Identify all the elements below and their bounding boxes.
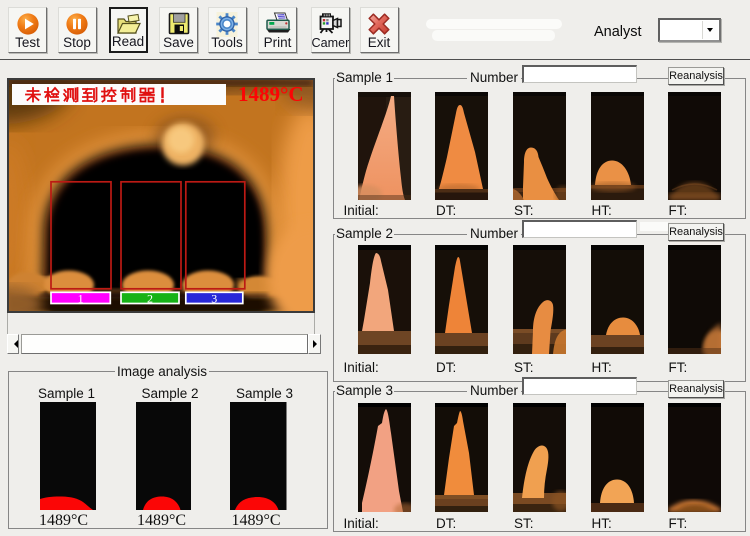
svg-text:2: 2 bbox=[147, 292, 153, 306]
svg-text:1: 1 bbox=[78, 292, 84, 306]
svg-text:1489°C: 1489°C bbox=[238, 82, 304, 106]
svg-text:3: 3 bbox=[211, 292, 217, 306]
